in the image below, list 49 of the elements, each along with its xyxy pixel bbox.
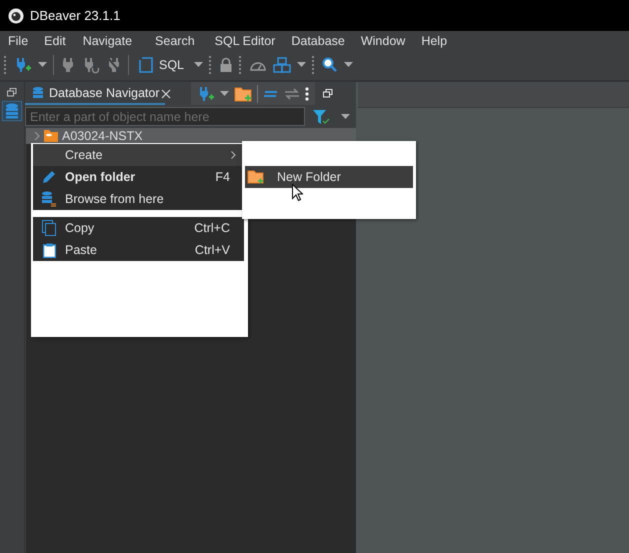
beaver-logo-icon — [8, 8, 24, 24]
plug-add-icon[interactable] — [14, 56, 32, 74]
restore-icon[interactable] — [323, 89, 334, 98]
caret-icon[interactable] — [341, 114, 350, 120]
menu-item[interactable]: Create — [33, 144, 244, 166]
restore-icon[interactable] — [7, 88, 17, 97]
window-title: DBeaver 23.1.1 — [30, 8, 120, 23]
menu-item[interactable]: Search — [146, 34, 207, 48]
plug-add-icon[interactable] — [197, 84, 216, 102]
more-icon[interactable] — [305, 86, 310, 100]
filter-field[interactable]: Enter a part of object name here — [25, 107, 305, 126]
menu-item[interactable]: Browse from here — [33, 188, 244, 210]
collapse-icon[interactable] — [263, 90, 280, 98]
menu-item[interactable]: Copy Ctrl+C — [33, 217, 244, 239]
database-icon — [31, 86, 45, 100]
search-icon[interactable] — [322, 57, 338, 73]
caret-icon[interactable] — [38, 62, 47, 68]
lock-icon[interactable] — [219, 57, 234, 73]
menu-item[interactable]: SQL Editor — [206, 34, 284, 48]
plug-disconnect-icon[interactable] — [106, 56, 122, 74]
clipboard-icon — [42, 242, 56, 258]
menu-item[interactable]: New Folder — [245, 166, 413, 188]
tree-row[interactable]: A03024-NSTX — [26, 128, 356, 144]
menu-item[interactable]: Window — [352, 34, 414, 48]
menu-item[interactable]: File — [0, 34, 36, 48]
plug-icon[interactable] — [60, 56, 76, 74]
menu-item[interactable]: Navigate — [74, 34, 146, 48]
copy-icon — [42, 220, 56, 236]
plug-refresh-icon[interactable] — [82, 56, 100, 74]
sql-editor-button[interactable]: SQL — [135, 57, 188, 73]
caret-icon[interactable] — [297, 62, 306, 68]
mouse-cursor-icon — [292, 184, 303, 201]
menu-item[interactable]: Help — [413, 34, 456, 48]
boxes-icon[interactable] — [273, 57, 292, 73]
menu-item[interactable]: Paste Ctrl+V — [33, 239, 244, 261]
caret-icon[interactable] — [194, 62, 204, 68]
database-navigator-icon[interactable] — [2, 101, 22, 121]
folder-add-icon — [247, 170, 265, 184]
menu-item[interactable]: Edit — [36, 34, 74, 48]
close-icon[interactable] — [161, 88, 172, 98]
caret-icon[interactable] — [220, 90, 230, 96]
menu-item[interactable]: Database — [283, 34, 353, 48]
folder-add-icon[interactable] — [234, 86, 252, 102]
caret-icon[interactable] — [344, 62, 354, 68]
database-icon — [41, 191, 57, 207]
pencil-icon — [42, 170, 56, 184]
menu-item[interactable]: Open folder F4 — [33, 166, 244, 188]
sql-file-icon — [139, 57, 153, 73]
link-arrows-icon[interactable] — [284, 88, 300, 100]
